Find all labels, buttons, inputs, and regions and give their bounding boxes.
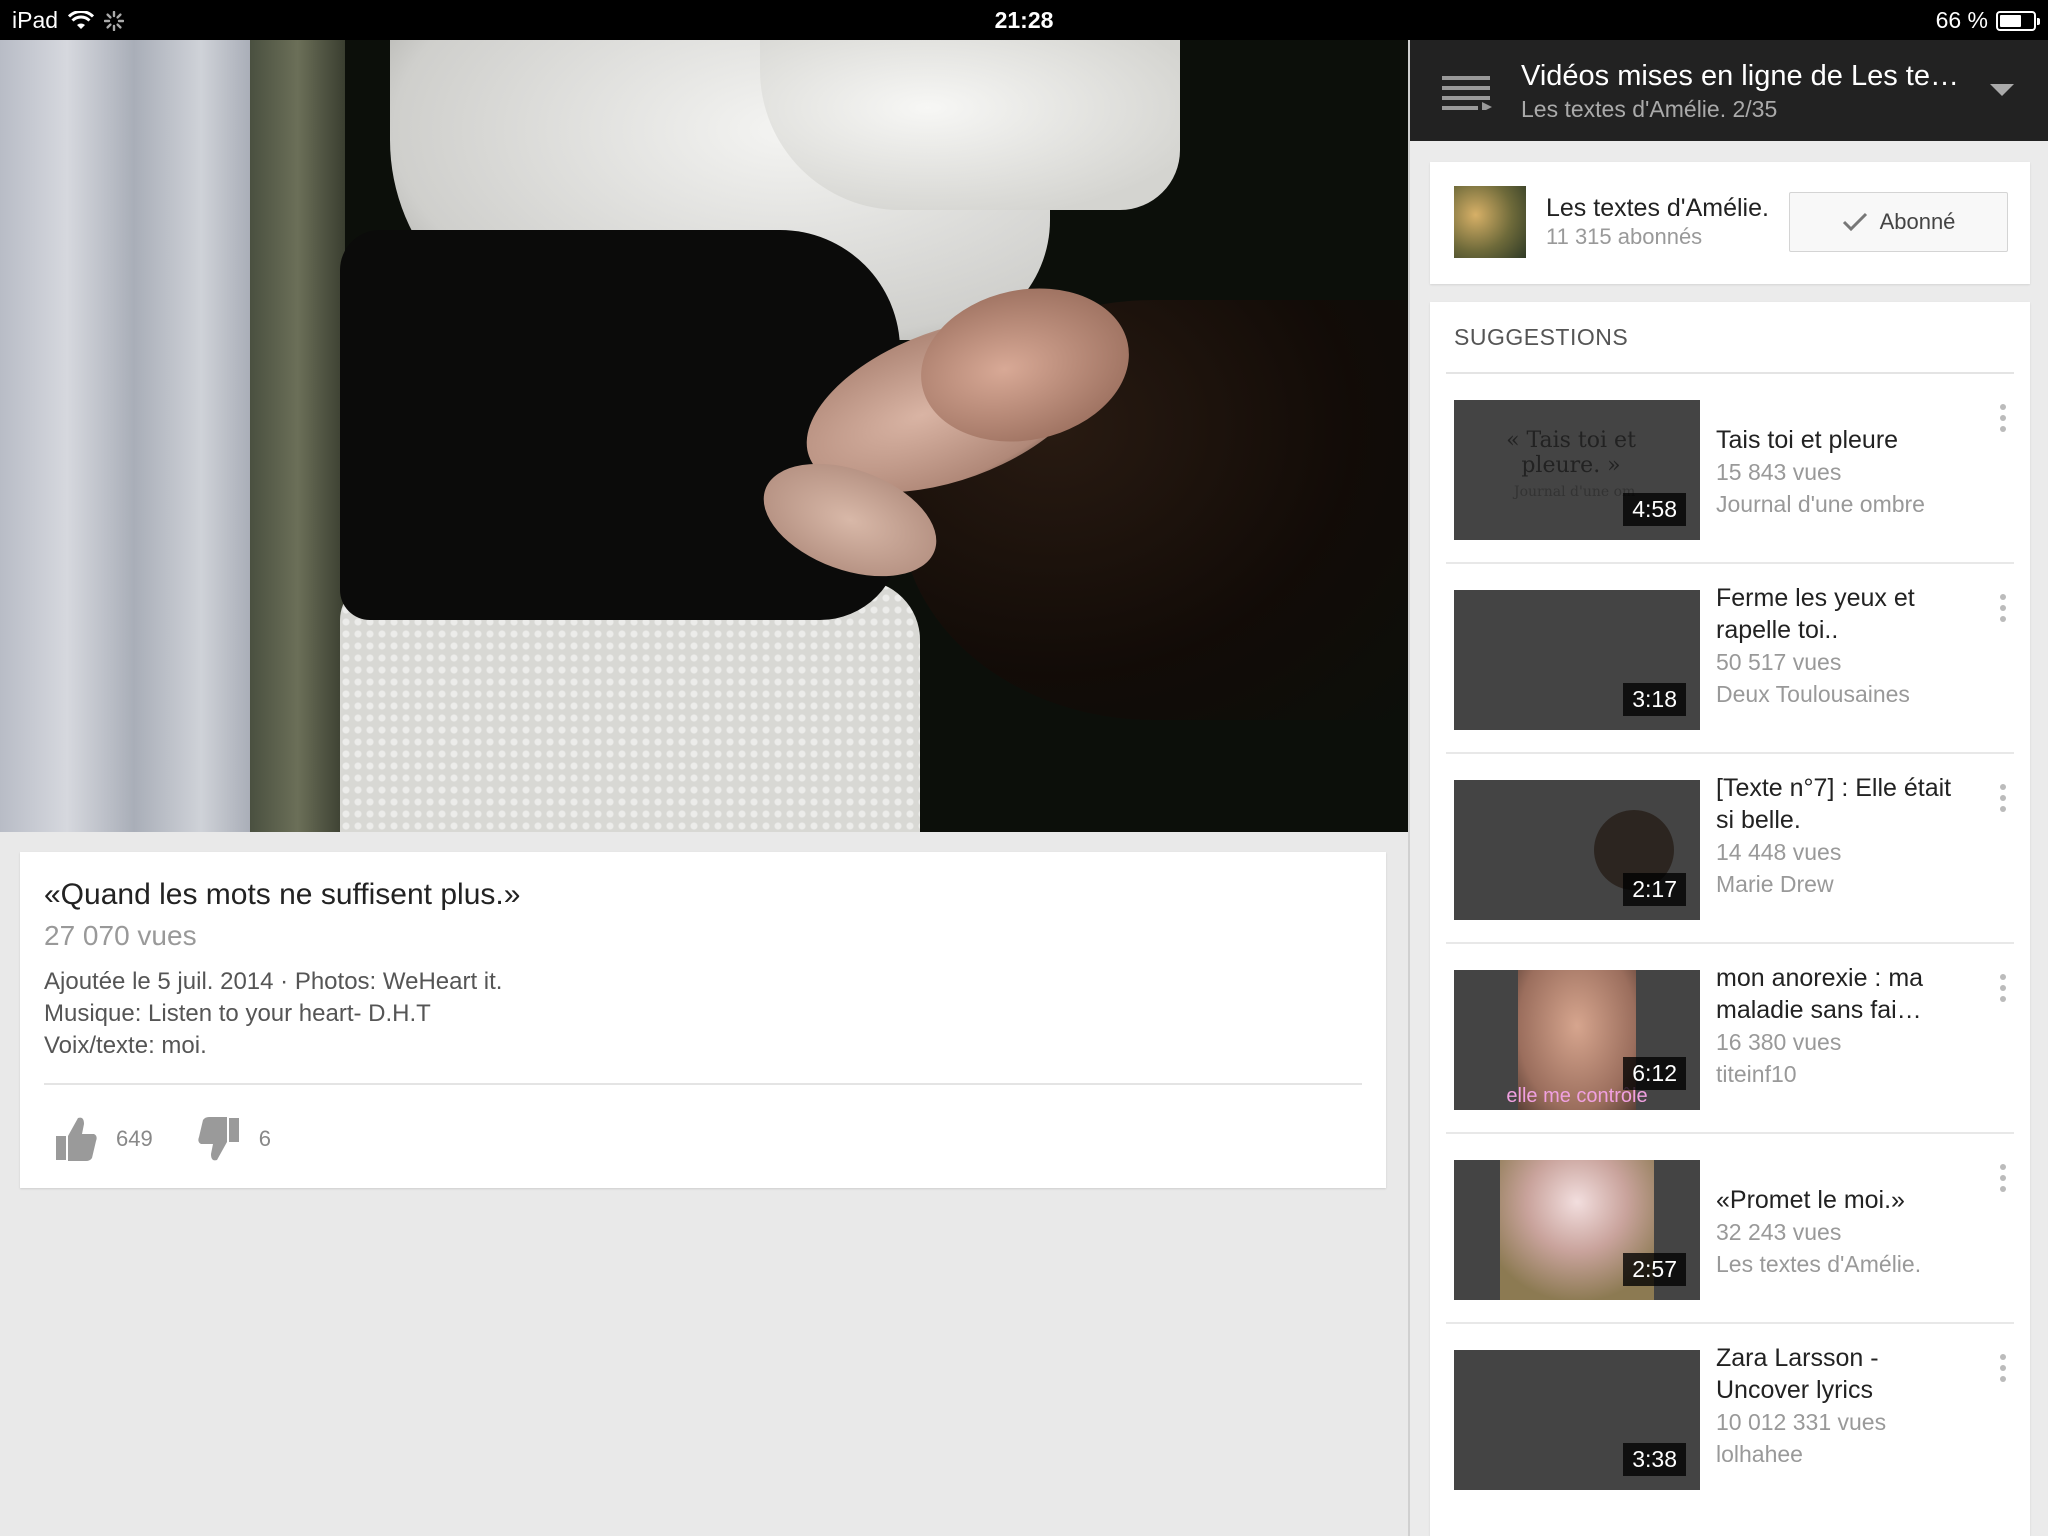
video-thumbnail[interactable]: 2:57 <box>1454 1160 1700 1300</box>
subscribe-button[interactable]: Abonné <box>1789 192 2008 252</box>
more-options-icon[interactable] <box>2000 1354 2008 1387</box>
channel-name[interactable]: Les textes d'Amélie. <box>1546 194 1769 223</box>
suggestion-views: 50 517 vues <box>1716 649 1842 675</box>
suggestion-info: «Promet le moi.» 32 243 vues Les textes … <box>1716 1184 1956 1280</box>
suggestion-views: 14 448 vues <box>1716 839 1842 865</box>
video-frame-pole <box>250 40 345 832</box>
suggestion-item[interactable]: 2:17 [Texte n°7] : Elle était si belle. … <box>1446 754 2014 944</box>
video-description: Ajoutée le 5 juil. 2014 · Photos: WeHear… <box>44 966 502 1062</box>
playlist-subtitle: Les textes d'Amélie. 2/35 <box>1521 96 1778 122</box>
video-duration: 6:12 <box>1623 1057 1686 1090</box>
battery-icon <box>1996 10 2040 31</box>
chevron-down-icon[interactable] <box>1990 84 2014 96</box>
video-duration: 2:57 <box>1623 1253 1686 1286</box>
battery-percent: 66 % <box>1935 7 1988 33</box>
thumbs-up-icon[interactable] <box>54 1114 98 1164</box>
video-duration: 3:18 <box>1623 683 1686 716</box>
playlist-icon <box>1442 76 1492 110</box>
suggestion-channel: Journal d'une ombre <box>1716 491 1925 517</box>
suggestion-info: mon anorexie : ma maladie sans fai… 16 3… <box>1716 962 1956 1090</box>
more-options-icon[interactable] <box>2000 404 2008 437</box>
suggestion-views: 32 243 vues <box>1716 1219 1842 1245</box>
video-duration: 2:17 <box>1623 873 1686 906</box>
subscribe-label: Abonné <box>1879 209 1956 234</box>
suggestion-views: 10 012 331 vues <box>1716 1409 1887 1435</box>
check-icon <box>1842 212 1867 232</box>
suggestion-views: 15 843 vues <box>1716 459 1842 485</box>
video-player[interactable] <box>0 40 1408 832</box>
video-frame-pillow-top <box>760 40 1180 210</box>
suggestion-title: [Texte n°7] : Elle était si belle. <box>1716 774 1952 834</box>
suggestion-info: [Texte n°7] : Elle était si belle. 14 44… <box>1716 772 1956 900</box>
battery-fill <box>2000 14 2021 27</box>
more-options-icon[interactable] <box>2000 974 2008 1007</box>
description-line: Voix/texte: moi. <box>44 1032 207 1059</box>
video-thumbnail[interactable]: 3:38 <box>1454 1350 1700 1490</box>
dislike-count: 6 <box>258 1126 271 1151</box>
suggestion-info: Tais toi et pleure 15 843 vues Journal d… <box>1716 424 1956 520</box>
description-line: Musique: Listen to your heart- D.H.T <box>44 1000 431 1027</box>
video-duration: 3:38 <box>1623 1443 1686 1476</box>
suggestion-title: mon anorexie : ma maladie sans fai… <box>1716 964 1924 1024</box>
suggestion-views: 16 380 vues <box>1716 1029 1842 1055</box>
video-views: 27 070 vues <box>44 920 197 951</box>
playlist-title: Vidéos mises en ligne de Les textes d'Am… <box>1521 60 1961 92</box>
more-options-icon[interactable] <box>2000 594 2008 627</box>
suggestion-item[interactable]: 3:18 Ferme les yeux et rapelle toi.. 50 … <box>1446 564 2014 754</box>
suggestion-channel: titeinf10 <box>1716 1061 1797 1087</box>
suggestion-channel: Les textes d'Amélie. <box>1716 1251 1922 1277</box>
suggestion-title: «Promet le moi.» <box>1716 1186 1905 1214</box>
channel-avatar[interactable] <box>1454 186 1526 258</box>
more-options-icon[interactable] <box>2000 784 2008 817</box>
suggestion-channel: Marie Drew <box>1716 871 1834 897</box>
suggestion-item[interactable]: 2:57 «Promet le moi.» 32 243 vues Les te… <box>1446 1134 2014 1324</box>
channel-subscribers: 11 315 abonnés <box>1546 224 1703 249</box>
video-title: «Quand les mots ne suffisent plus.» <box>44 878 521 911</box>
more-options-icon[interactable] <box>2000 1164 2008 1197</box>
like-count: 649 <box>116 1126 153 1151</box>
suggestion-item[interactable]: elle me contrôle 6:12 mon anorexie : ma … <box>1446 944 2014 1134</box>
suggestion-info: Ferme les yeux et rapelle toi.. 50 517 v… <box>1716 582 1956 710</box>
suggestions-panel: SUGGESTIONS « Tais toi et pleure. » Jour… <box>1430 302 2030 1536</box>
video-thumbnail[interactable]: 3:18 <box>1454 590 1700 730</box>
thumbnail-subtext: Journal d'une om <box>1514 484 1636 500</box>
video-thumbnail[interactable]: « Tais toi et pleure. » Journal d'une om… <box>1454 400 1700 540</box>
rating-bar: 649 6 <box>54 1114 315 1164</box>
thumbnail-text: « Tais toi et pleure. » <box>1506 428 1636 478</box>
video-thumbnail[interactable]: elle me contrôle 6:12 <box>1454 970 1700 1110</box>
suggestion-item[interactable]: 3:38 Zara Larsson - Uncover lyrics 10 01… <box>1446 1324 2014 1514</box>
suggestion-item[interactable]: « Tais toi et pleure. » Journal d'une om… <box>1446 374 2014 564</box>
status-time: 21:28 <box>994 7 1054 33</box>
suggestions-header: SUGGESTIONS <box>1454 324 1629 350</box>
status-bar: iPad 21:28 66 % <box>0 0 2048 40</box>
description-line: Ajoutée le 5 juil. 2014 · Photos: WeHear… <box>44 968 503 995</box>
suggestion-title: Zara Larsson - Uncover lyrics <box>1716 1344 1879 1404</box>
suggestion-title: Ferme les yeux et rapelle toi.. <box>1716 584 1915 644</box>
channel-card: Les textes d'Amélie. 11 315 abonnés Abon… <box>1430 162 2030 284</box>
suggestion-channel: Deux Toulousaines <box>1716 681 1910 707</box>
thumbs-down-icon[interactable] <box>197 1114 241 1164</box>
divider <box>44 1083 1362 1085</box>
suggestion-title: Tais toi et pleure <box>1716 426 1899 454</box>
video-duration: 4:58 <box>1623 493 1686 526</box>
right-panel: Vidéos mises en ligne de Les textes d'Am… <box>1408 40 2048 1536</box>
suggestion-channel: lolhahee <box>1716 1441 1803 1467</box>
video-info-card: «Quand les mots ne suffisent plus.» 27 0… <box>20 852 1386 1188</box>
playlist-header[interactable]: Vidéos mises en ligne de Les textes d'Am… <box>1410 40 2048 141</box>
suggestion-info: Zara Larsson - Uncover lyrics 10 012 331… <box>1716 1342 1956 1470</box>
status-right: 66 % <box>1935 7 2040 34</box>
video-thumbnail[interactable]: 2:17 <box>1454 780 1700 920</box>
